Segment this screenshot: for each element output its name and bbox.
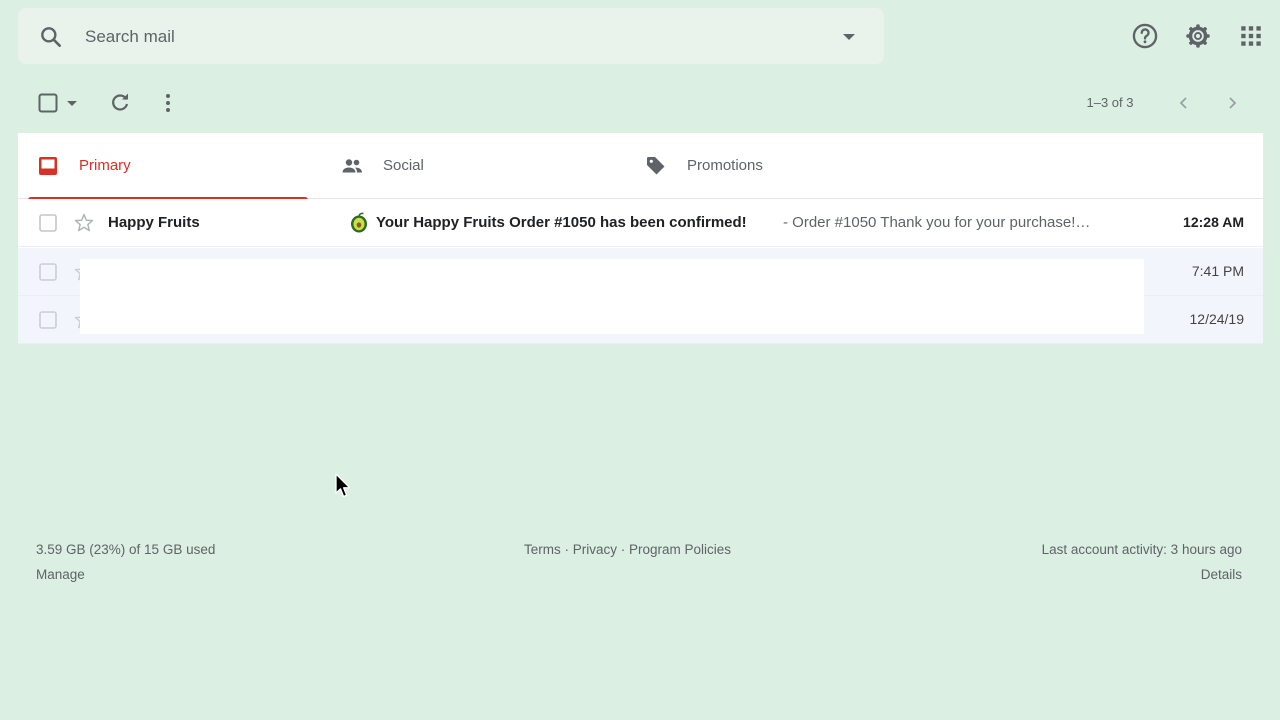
last-account-activity: Last account activity: 3 hours ago xyxy=(1041,542,1242,557)
tab-primary-label: Primary xyxy=(79,157,131,174)
search-icon[interactable] xyxy=(38,24,64,50)
people-icon xyxy=(342,159,362,173)
inbox-icon xyxy=(39,157,57,175)
activity-details-link[interactable]: Details xyxy=(1201,567,1242,582)
search-options-caret-icon[interactable] xyxy=(840,30,858,44)
manage-storage-link[interactable]: Manage xyxy=(36,567,85,582)
row-checkbox[interactable] xyxy=(39,263,57,281)
email-time: 12:28 AM xyxy=(1183,214,1244,230)
chevron-left-icon[interactable] xyxy=(1174,93,1194,113)
tag-icon xyxy=(647,157,665,175)
tab-promotions[interactable]: Promotions xyxy=(626,133,916,199)
fruit-emoji-icon xyxy=(351,212,367,233)
search-input[interactable] xyxy=(85,26,785,48)
tab-social[interactable]: Social xyxy=(322,133,612,199)
select-all-checkbox[interactable] xyxy=(38,93,58,113)
apps-grid-icon[interactable] xyxy=(1238,23,1264,49)
row-checkbox[interactable] xyxy=(39,214,57,232)
tab-social-label: Social xyxy=(383,157,424,174)
email-row[interactable]: Happy Fruits Your Happy Fruits Order #10… xyxy=(18,199,1263,247)
refresh-icon[interactable] xyxy=(108,91,132,115)
help-icon[interactable] xyxy=(1131,22,1159,50)
more-options-icon[interactable] xyxy=(158,91,178,115)
email-sender: Happy Fruits xyxy=(108,214,200,231)
star-icon[interactable] xyxy=(73,212,95,234)
tab-primary[interactable]: Primary xyxy=(18,133,308,200)
select-menu-caret-icon[interactable] xyxy=(66,99,78,109)
footer-policy-links[interactable]: Terms · Privacy · Program Policies xyxy=(524,542,731,557)
row-checkbox[interactable] xyxy=(39,311,57,329)
email-time: 7:41 PM xyxy=(1191,263,1244,279)
email-snippet: - Order #1050 Thank you for your purchas… xyxy=(783,214,1091,231)
email-time: 12/24/19 xyxy=(1189,311,1245,327)
gear-icon[interactable] xyxy=(1184,22,1212,50)
tab-promotions-label: Promotions xyxy=(687,157,763,174)
email-subject: Your Happy Fruits Order #1050 has been c… xyxy=(376,214,747,231)
chevron-right-icon[interactable] xyxy=(1222,93,1242,113)
redacted-area xyxy=(80,259,1144,334)
storage-usage: 3.59 GB (23%) of 15 GB used xyxy=(36,542,216,557)
mouse-cursor-icon xyxy=(335,473,351,498)
page-range: 1–3 of 3 xyxy=(1086,95,1134,110)
